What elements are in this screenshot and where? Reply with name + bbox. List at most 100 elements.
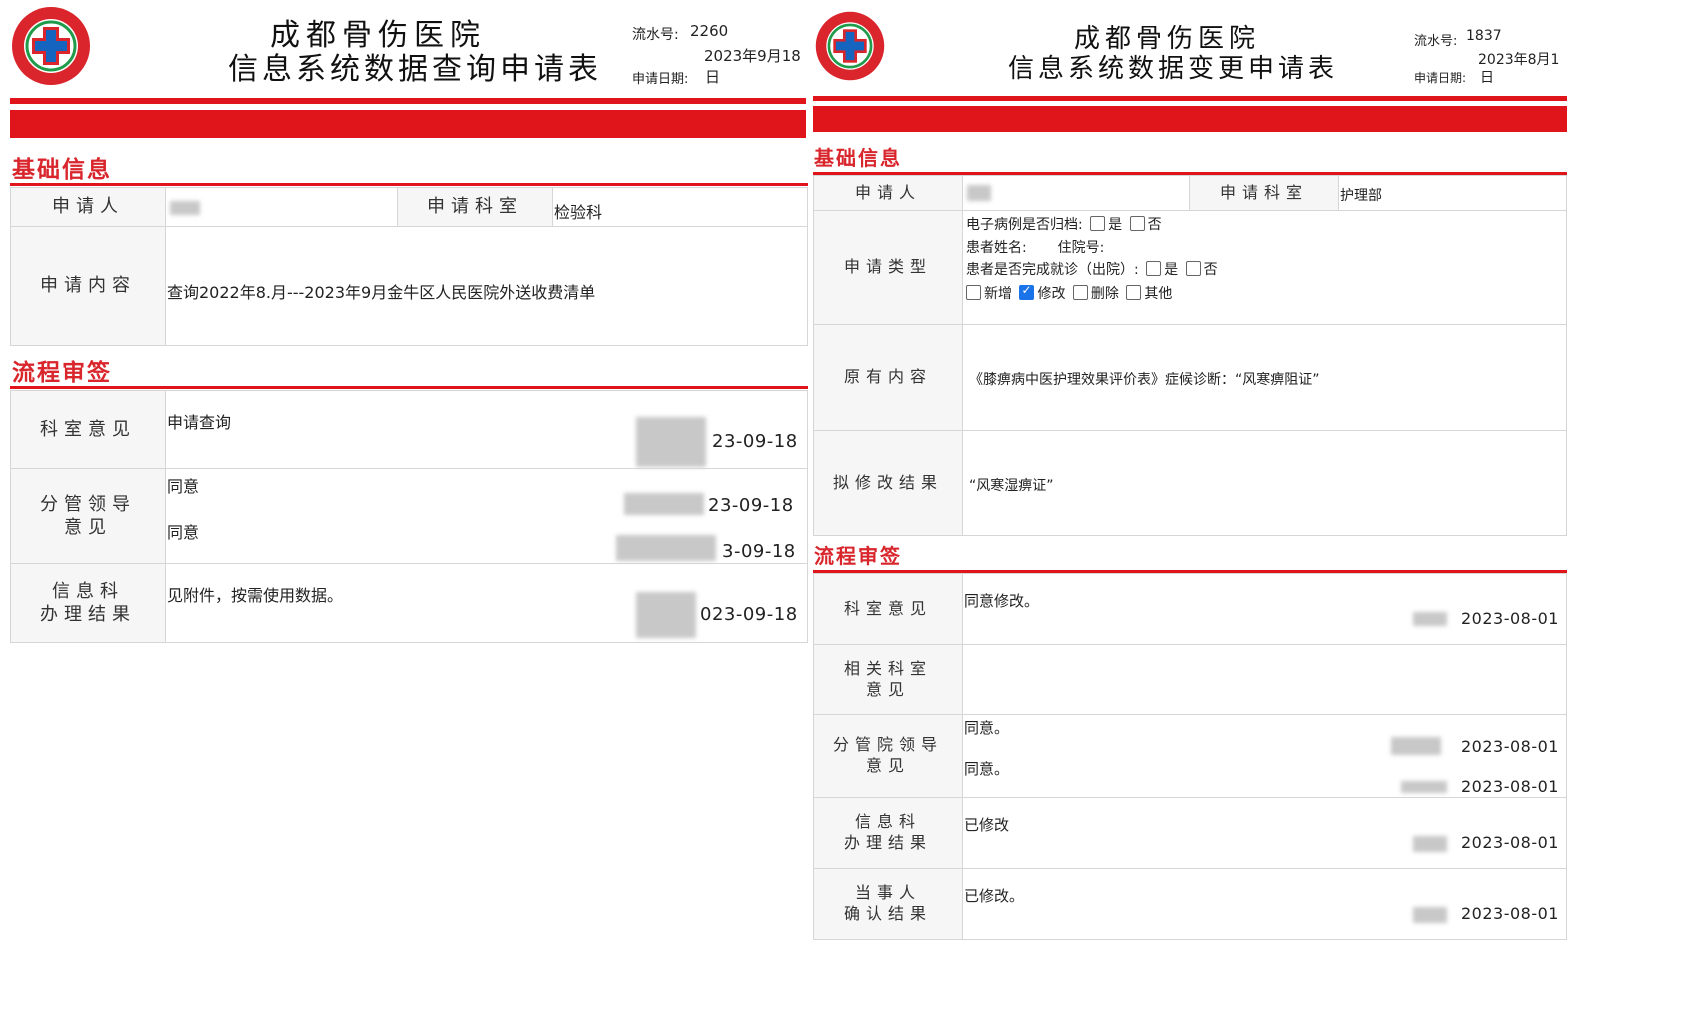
- content-value-cell: 查询2022年8.月---2023年9月金牛区人民医院外送收费清单: [165, 226, 808, 346]
- emr-archived-row: 电子病例是否归档: 是 否: [966, 214, 1162, 234]
- leader-date-2: 3-09-18: [722, 541, 796, 562]
- proposed-label: 拟修改结果: [813, 430, 963, 536]
- change-type-row: 新增 修改 删除 其他: [963, 283, 1172, 303]
- signature-redacted: [1413, 836, 1447, 852]
- emr-archived-yes-checkbox[interactable]: [1090, 216, 1106, 231]
- emr-archived-label: 电子病例是否归档:: [966, 217, 1083, 233]
- proposed-value: “风寒湿痹证”: [969, 478, 1054, 494]
- dept-label: 申请科室: [397, 187, 553, 227]
- leader-date-1: 23-09-18: [708, 495, 794, 516]
- info-result-value: 见附件，按需使用数据。: [167, 586, 344, 605]
- signature-redacted: [1413, 612, 1447, 626]
- party-confirm-cell: 已修改。 2023-08-01: [962, 868, 1567, 940]
- patient-row: 患者姓名: 住院号:: [966, 237, 1104, 257]
- add-label: 新增: [984, 286, 1012, 302]
- form-title: 信息系统数据查询申请表: [228, 52, 602, 87]
- modify-checkbox[interactable]: [1019, 283, 1035, 300]
- type-cell: 电子病例是否归档: 是 否 患者姓名: 住院号: 患者是否完成就诊（出院）: 是…: [962, 210, 1567, 325]
- header-thin-bar: [10, 98, 806, 104]
- opinion-dept-date: 2023-08-01: [1461, 609, 1559, 628]
- signature-redacted: [636, 592, 696, 638]
- content-label: 申请内容: [10, 226, 166, 346]
- opinion-dept-cell: 同意修改。 2023-08-01: [962, 573, 1567, 645]
- leader-cell: 同意 23-09-18 同意 3-09-18: [165, 468, 808, 564]
- no-label: 否: [1203, 262, 1218, 278]
- opinion-dept-label: 科室意见: [813, 573, 963, 645]
- signature-redacted: [1401, 781, 1447, 793]
- section-flow-title: 流程审签: [814, 544, 902, 568]
- original-value: 《膝痹病中医护理效果评价表》症候诊断：“风寒痹阻证”: [969, 372, 1320, 388]
- form-title: 信息系统数据变更申请表: [1008, 54, 1339, 84]
- apply-date-suffix: 日: [1480, 70, 1494, 86]
- leader-value-2: 同意: [167, 523, 200, 542]
- signature-redacted: [1391, 737, 1441, 755]
- other-checkbox[interactable]: [1126, 285, 1142, 300]
- serial-value: 1837: [1466, 28, 1502, 44]
- info-result-value: 已修改: [964, 816, 1010, 834]
- dept-value-cell: 护理部: [1338, 175, 1567, 211]
- leader-value-1: 同意。: [964, 719, 1010, 737]
- delete-label: 删除: [1090, 286, 1119, 302]
- yes-label: 是: [1164, 262, 1179, 278]
- leader-label: 分管院领导 意见: [813, 714, 963, 798]
- applicant-label: 申请人: [813, 175, 963, 211]
- leader-value-2: 同意。: [964, 760, 1010, 778]
- serial-label: 流水号:: [1414, 34, 1458, 49]
- dept-label: 申请科室: [1189, 175, 1339, 211]
- leader-value-1: 同意: [167, 477, 200, 496]
- original-label: 原有内容: [813, 324, 963, 431]
- apply-date-suffix: 日: [705, 68, 721, 86]
- serial-value: 2260: [690, 22, 729, 40]
- party-confirm-label: 当事人 确认结果: [813, 868, 963, 940]
- signature-redacted: [636, 417, 706, 467]
- opinion-dept-cell: 申请查询 23-09-18: [165, 390, 808, 469]
- emr-archived-no-checkbox[interactable]: [1129, 216, 1145, 231]
- proposed-cell: “风寒湿痹证”: [962, 430, 1567, 536]
- dept-value: 护理部: [1340, 188, 1382, 204]
- info-result-label: 信息科 办理结果: [813, 797, 963, 869]
- visit-done-yes-checkbox[interactable]: [1146, 261, 1162, 276]
- dept-value: 检验科: [554, 203, 603, 222]
- signature-redacted: [1413, 907, 1447, 923]
- other-label: 其他: [1144, 286, 1173, 302]
- applicant-redacted: [170, 201, 200, 215]
- applicant-value: [165, 187, 398, 227]
- info-result-cell: 见附件，按需使用数据。 023-09-18: [165, 563, 808, 643]
- content-value: 查询2022年8.月---2023年9月金牛区人民医院外送收费清单: [167, 283, 596, 302]
- opinion-dept-value: 同意修改。: [964, 592, 1040, 610]
- patient-name-label: 患者姓名:: [966, 240, 1027, 256]
- party-confirm-date: 2023-08-01: [1461, 904, 1559, 923]
- signature-redacted: [616, 535, 716, 561]
- modify-label: 修改: [1037, 286, 1066, 302]
- section-flow-title: 流程审签: [12, 359, 112, 386]
- info-result-date: 2023-08-01: [1461, 833, 1559, 852]
- type-label: 申请类型: [813, 210, 963, 325]
- leader-date-1: 2023-08-01: [1461, 737, 1559, 756]
- info-result-cell: 已修改 2023-08-01: [962, 797, 1567, 869]
- leader-date-2: 2023-08-01: [1461, 777, 1559, 796]
- section-basic-title: 基础信息: [12, 156, 112, 183]
- info-result-date: 023-09-18: [700, 604, 798, 625]
- related-label: 相关科室 意见: [813, 644, 963, 715]
- leader-cell: 同意。 2023-08-01 同意。 2023-08-01: [962, 714, 1567, 798]
- opinion-dept-value: 申请查询: [167, 413, 232, 432]
- applicant-value: [962, 175, 1190, 211]
- section-basic-line: [10, 183, 808, 186]
- delete-checkbox[interactable]: [1072, 285, 1088, 300]
- leader-label: 分管领导 意见: [10, 468, 166, 564]
- section-basic-title: 基础信息: [814, 146, 902, 170]
- no-label: 否: [1147, 217, 1162, 233]
- date-value: 2023年8月1: [1478, 52, 1560, 68]
- date-value: 2023年9月18: [704, 47, 801, 65]
- header-thin-bar: [813, 96, 1567, 101]
- add-checkbox[interactable]: [966, 285, 981, 300]
- apply-date-label: 申请日期:: [1414, 71, 1467, 85]
- visit-done-no-checkbox[interactable]: [1185, 261, 1201, 276]
- visit-done-row: 患者是否完成就诊（出院）: 是 否: [966, 259, 1218, 279]
- dept-value-cell: 检验科: [552, 187, 808, 227]
- party-confirm-value: 已修改。: [964, 887, 1025, 905]
- inpatient-no-label: 住院号:: [1057, 240, 1105, 256]
- serial-label: 流水号:: [632, 27, 679, 43]
- original-cell: 《膝痹病中医护理效果评价表》症候诊断：“风寒痹阻证”: [962, 324, 1567, 431]
- visit-done-label: 患者是否完成就诊（出院）:: [966, 262, 1139, 278]
